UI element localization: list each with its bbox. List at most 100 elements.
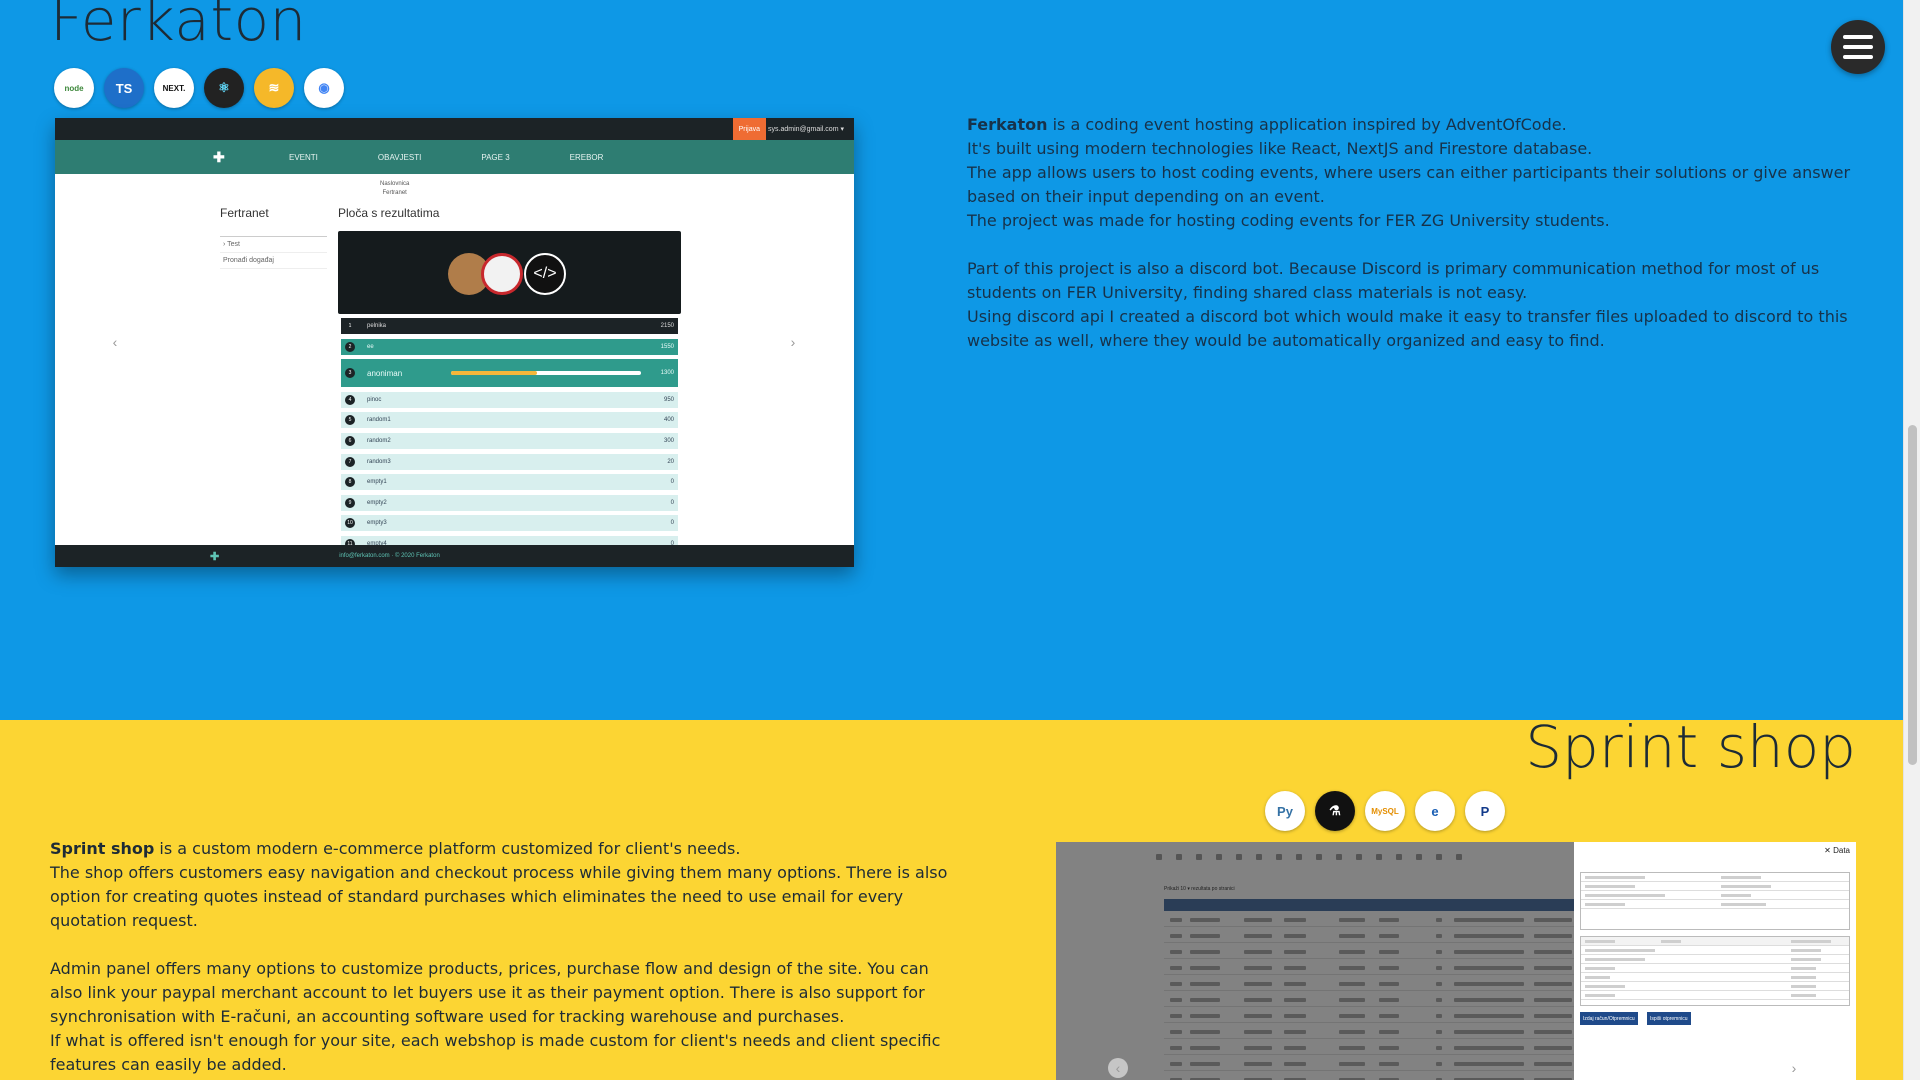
player-name: empty2 — [367, 499, 387, 506]
leaderboard-list: 1 pelnika 2150 2 ee 1550 3 anoniman 1300 4 pinoc 95… — [341, 318, 678, 557]
rank-badge: 1 — [345, 321, 355, 331]
player-points: 1300 — [660, 370, 674, 377]
toolbar-icon — [1156, 854, 1162, 860]
description-text: Part of this project is also a discord b… — [967, 259, 1820, 302]
carousel-prev-icon[interactable]: ‹ — [1108, 1058, 1128, 1078]
app-navbar: ✚ EVENTI OBAVJESTI PAGE 3 EREBOR — [55, 140, 854, 174]
toolbar-icon — [1336, 854, 1342, 860]
ferkaton-screenshot-carousel[interactable]: Prijava sys.admin@gmail.com ▾ ✚ EVENTI O… — [55, 118, 854, 567]
player-name: pelnika — [367, 323, 387, 329]
player-points: 950 — [663, 396, 674, 403]
leaderboard-row: 9 empty2 0 — [341, 494, 678, 511]
table-row — [1164, 1073, 1574, 1080]
hamburger-icon — [1843, 35, 1873, 39]
app-topbar: Prijava sys.admin@gmail.com ▾ — [55, 118, 854, 140]
toolbar-icon — [1236, 854, 1242, 860]
rank-badge: 9 — [345, 497, 355, 508]
player-name: empty1 — [367, 479, 387, 486]
page-scrollbar[interactable] — [1903, 0, 1920, 1080]
nav-item-obavjesti: OBAVJESTI — [377, 152, 422, 162]
ferkaton-tech-stack: node TS NEXT. ⚛ ≋ ◉ — [54, 68, 344, 108]
sprint-shop-description: Sprint shop is a custom modern e-commerc… — [50, 837, 950, 1077]
leaderboard-row: 4 pinoc 950 — [341, 391, 678, 408]
rank-badge: 3 — [345, 368, 355, 379]
firebase-icon: ≋ — [254, 68, 294, 108]
hamburger-menu-button[interactable] — [1831, 20, 1885, 74]
sprint-shop-tech-stack: Py ⚗ MySQL e P — [1265, 791, 1505, 831]
project-name: Sprint shop — [50, 839, 155, 858]
description-text: The app allows users to host coding even… — [967, 163, 1851, 206]
nav-item-page3: PAGE 3 — [481, 152, 510, 162]
toolbar-icon — [1456, 854, 1462, 860]
paypal-icon: P — [1465, 791, 1505, 831]
order-detail-panel: ✕ Data Izdaj račun/Otpremnicu Ispiši otp… — [1574, 842, 1856, 1080]
nav-item-erebor: EREBOR — [569, 152, 604, 162]
user-menu: sys.admin@gmail.com ▾ — [768, 126, 844, 133]
chrome-icon: ◉ — [304, 68, 344, 108]
python-icon: Py — [1265, 791, 1305, 831]
player-points: 0 — [670, 479, 674, 486]
sidebar-item-test: › Test — [220, 237, 327, 253]
player-points: 20 — [667, 458, 674, 465]
table-row — [1164, 945, 1574, 959]
leaderboard-row: 10 empty3 0 — [341, 515, 678, 532]
toolbar-icon — [1256, 854, 1262, 860]
player-name: empty3 — [367, 520, 387, 527]
footer-logo-icon: ✚ — [210, 550, 220, 563]
player-name: random1 — [367, 417, 391, 424]
player-name: anoniman — [367, 368, 403, 378]
player-name: pinoc — [367, 396, 382, 403]
rank-badge: 7 — [345, 456, 355, 467]
rank-badge: 4 — [345, 394, 355, 405]
typescript-icon: TS — [104, 68, 144, 108]
player-points: 300 — [663, 437, 674, 444]
login-button: Prijava — [732, 118, 766, 140]
nextjs-icon: NEXT. — [154, 68, 194, 108]
code-avatar-icon: </> — [524, 253, 566, 295]
address-box — [1580, 872, 1850, 930]
project-title-ferkaton: Ferkaton — [50, 0, 307, 54]
breadcrumb-bottom: Fertranet — [382, 190, 407, 196]
description-text: It's built using modern technologies lik… — [967, 139, 1593, 158]
description-text: Using discord api I created a discord bo… — [967, 307, 1848, 350]
flask-icon: ⚗ — [1315, 791, 1355, 831]
project-title-sprint-shop: Sprint shop — [1525, 713, 1856, 781]
table-row — [1164, 1057, 1574, 1071]
avatar — [481, 253, 523, 295]
table-row — [1164, 1025, 1574, 1039]
sprint-shop-screenshot-carousel[interactable]: Prikaži 10 ▾ rezultata po stranici ✕ Dat… — [1056, 842, 1856, 1080]
toolbar-icon — [1356, 854, 1362, 860]
table-row — [1164, 913, 1574, 927]
close-panel-button: ✕ Data — [1824, 846, 1850, 855]
project-name: Ferkaton — [967, 115, 1048, 134]
scrollbar-thumb[interactable] — [1908, 425, 1917, 765]
toolbar-icon — [1396, 854, 1402, 860]
description-text: Admin panel offers many options to custo… — [50, 959, 929, 1026]
leaderboard-row: 6 random2 300 — [341, 432, 678, 449]
toolbar-icon — [1216, 854, 1222, 860]
breadcrumb: Naslovnica Fertranet — [380, 180, 409, 198]
admin-toolbar — [1156, 854, 1516, 864]
description-text: is a coding event hosting application in… — [1047, 115, 1567, 134]
leaderboard-row: 2 ee 1550 — [341, 338, 678, 355]
table-row — [1164, 961, 1574, 975]
player-points: 0 — [670, 499, 674, 506]
react-icon: ⚛ — [204, 68, 244, 108]
items-box — [1580, 936, 1850, 1006]
description-text: If what is offered isn't enough for your… — [50, 1031, 941, 1074]
sidebar-list: › Test Pronađi događaj — [220, 236, 327, 269]
player-points: 0 — [670, 520, 674, 527]
carousel-next-icon[interactable]: › — [1784, 1058, 1804, 1078]
leaderboard-banner: </> — [338, 231, 681, 314]
breadcrumb-top: Naslovnica — [380, 181, 410, 187]
rank-badge: 5 — [345, 415, 355, 426]
carousel-prev-icon[interactable]: ‹ — [105, 332, 125, 352]
player-name: random3 — [367, 458, 391, 465]
carousel-next-icon[interactable]: › — [783, 332, 803, 352]
toolbar-icon — [1416, 854, 1422, 860]
player-points: 2150 — [660, 323, 674, 329]
sidebar-item-find-event: Pronađi događaj — [220, 253, 327, 269]
toolbar-icon — [1296, 854, 1302, 860]
leaderboard-row: 8 empty1 0 — [341, 474, 678, 491]
rank-badge: 10 — [345, 518, 355, 529]
